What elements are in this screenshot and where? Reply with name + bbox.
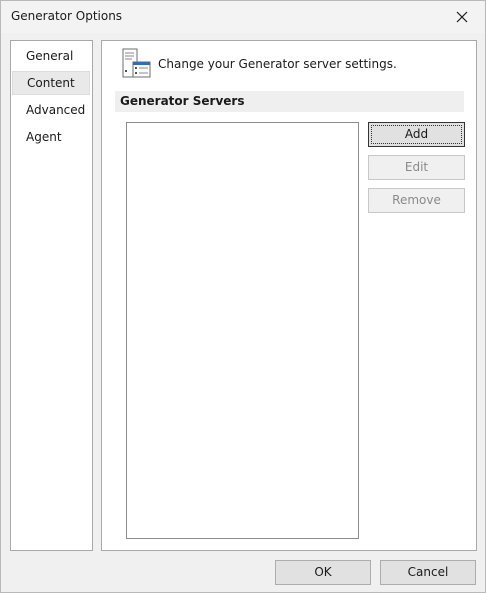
options-sidebar: General Content Advanced Agent — [10, 40, 93, 551]
generator-options-dialog: Generator Options General Content Advanc… — [0, 0, 486, 593]
generator-servers-list[interactable] — [126, 122, 359, 539]
add-button[interactable]: Add — [368, 122, 465, 147]
close-button[interactable] — [439, 1, 485, 33]
window-title: Generator Options — [11, 9, 123, 23]
sidebar-item-advanced[interactable]: Advanced — [12, 98, 90, 122]
section-header: Generator Servers — [115, 91, 464, 112]
content-settings-panel: Change your Generator server settings. G… — [101, 40, 477, 551]
sidebar-item-content[interactable]: Content — [12, 71, 90, 95]
page-description: Change your Generator server settings. — [158, 57, 397, 71]
close-icon — [456, 11, 468, 23]
title-bar: Generator Options — [1, 1, 485, 33]
ok-button[interactable]: OK — [275, 560, 371, 585]
sidebar-item-general[interactable]: General — [12, 44, 90, 68]
edit-button[interactable]: Edit — [368, 155, 465, 180]
focus-ring — [371, 125, 462, 144]
cancel-button[interactable]: Cancel — [380, 560, 476, 585]
remove-button[interactable]: Remove — [368, 188, 465, 213]
sidebar-item-agent[interactable]: Agent — [12, 125, 90, 149]
section-title: Generator Servers — [120, 94, 245, 108]
settings-page-icon — [121, 47, 153, 82]
